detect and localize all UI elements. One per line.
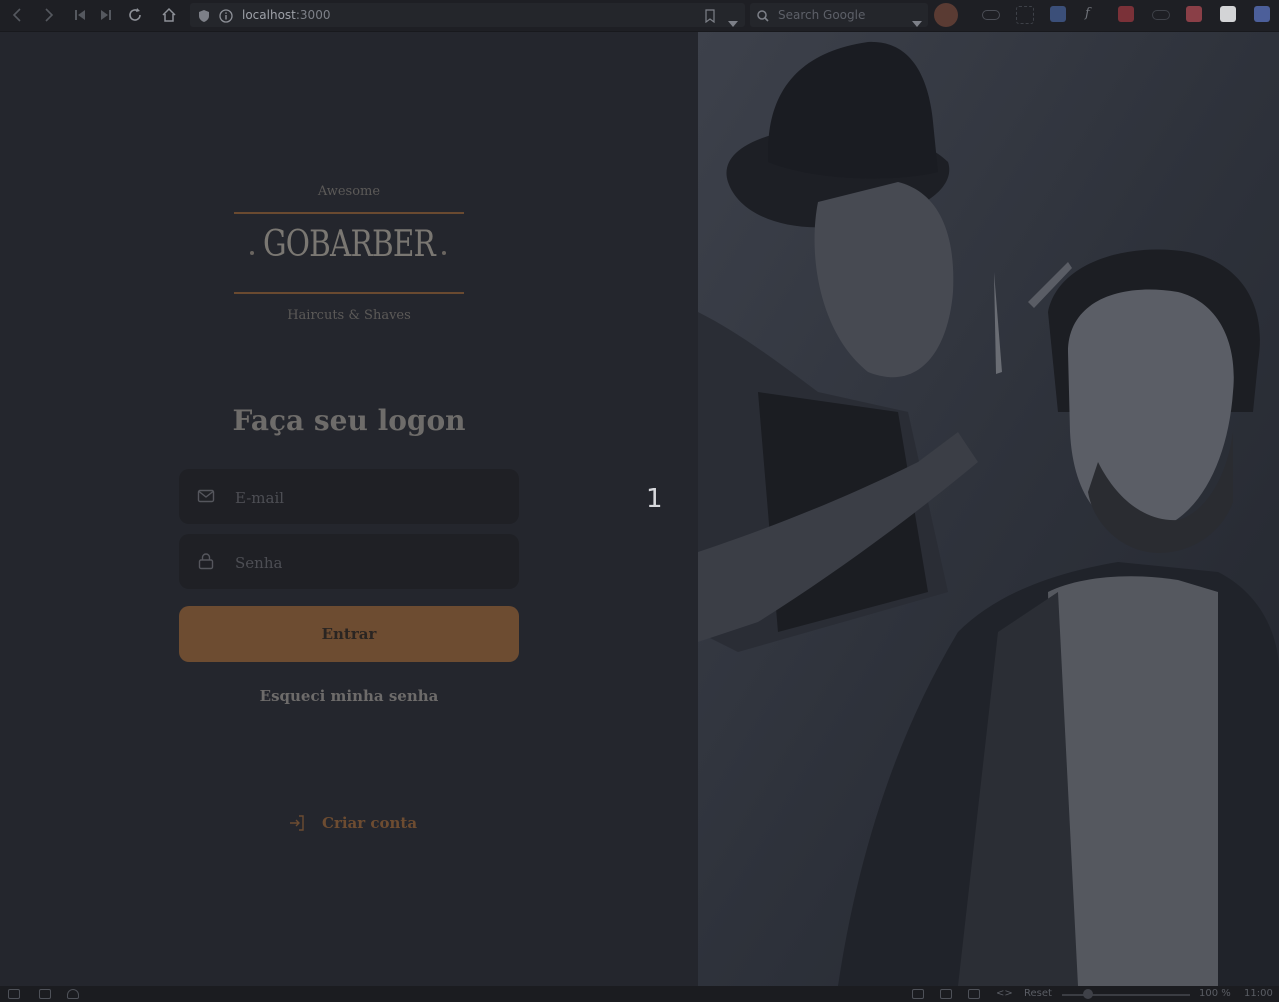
gobarber-logo: Awesome GOBARBER Haircuts & Shaves (234, 182, 464, 332)
page: Awesome GOBARBER Haircuts & Shaves Faça … (0, 32, 1279, 986)
logo-bottom-text: Haircuts & Shaves (287, 308, 411, 323)
info-icon[interactable] (219, 8, 233, 27)
log-in-icon (288, 814, 306, 832)
logo-top-text: Awesome (317, 184, 381, 199)
image-icon[interactable] (968, 989, 980, 999)
extension-menu-icon[interactable] (1254, 6, 1270, 22)
mail-icon (197, 487, 215, 505)
email-input[interactable] (233, 469, 507, 526)
forward-icon[interactable] (40, 6, 58, 24)
extension-notion-icon[interactable] (1220, 6, 1236, 22)
tile-icon[interactable] (39, 989, 51, 999)
logo-main-text: GOBARBER (263, 224, 436, 265)
code-icon[interactable]: <> (996, 988, 1013, 999)
panel-toggle-icon[interactable] (8, 989, 20, 999)
search-icon (756, 8, 772, 27)
reload-icon[interactable] (126, 6, 144, 24)
chevron-down-icon[interactable] (912, 12, 922, 31)
zoom-slider[interactable] (1062, 994, 1190, 996)
first-icon[interactable] (71, 6, 89, 24)
url-bar[interactable]: localhost:3000 (190, 3, 745, 27)
search-bar[interactable]: Search Google (750, 3, 928, 27)
shield-icon[interactable] (198, 8, 210, 27)
logo-dot-right (442, 251, 446, 255)
profile-avatar-icon[interactable] (934, 3, 958, 27)
login-button[interactable]: Entrar (179, 606, 519, 662)
window-icon[interactable] (940, 989, 952, 999)
browser-status-bar: <> Reset 100 % 11:00 (0, 986, 1279, 1002)
page-title: Faça seu logon (232, 404, 466, 437)
password-input[interactable] (233, 534, 507, 591)
search-placeholder: Search Google (778, 8, 866, 22)
cloud-icon[interactable] (67, 989, 79, 999)
create-account-link[interactable]: Criar conta (288, 812, 417, 834)
overlay-number-marker: 1 (646, 484, 663, 514)
extension-screenshot-icon[interactable] (1016, 6, 1034, 24)
zoom-level: 100 % (1199, 988, 1231, 999)
logo-top-rule (234, 212, 464, 214)
url-text: localhost:3000 (242, 8, 331, 22)
chevron-down-icon[interactable] (728, 12, 738, 31)
extension-link-icon[interactable] (1152, 10, 1170, 20)
extension-red-icon[interactable] (1118, 6, 1134, 22)
forgot-password-link[interactable]: Esqueci minha senha (179, 687, 519, 705)
home-icon[interactable] (160, 6, 178, 24)
bookmark-icon[interactable] (705, 8, 715, 27)
password-field[interactable] (179, 534, 519, 591)
extension-pink-icon[interactable] (1186, 6, 1202, 22)
clock: 11:00 (1244, 988, 1273, 999)
email-field[interactable] (179, 469, 519, 526)
logo-bottom-rule (234, 292, 464, 294)
camera-icon[interactable] (912, 989, 924, 999)
browser-toolbar: localhost:3000 Search Google f (0, 0, 1279, 32)
zoom-reset-button[interactable]: Reset (1024, 988, 1052, 999)
extension-mask-icon[interactable] (982, 10, 1000, 20)
last-icon[interactable] (97, 6, 115, 24)
lock-icon (197, 552, 215, 570)
logo-dot-left (250, 251, 254, 255)
extension-translate-icon[interactable] (1050, 6, 1066, 22)
barber-photo-illustration (698, 32, 1279, 986)
extension-function-icon[interactable]: f (1085, 6, 1101, 22)
back-icon[interactable] (8, 6, 26, 24)
zoom-slider-handle[interactable] (1083, 989, 1093, 999)
create-account-label: Criar conta (322, 814, 418, 832)
login-panel: Awesome GOBARBER Haircuts & Shaves Faça … (0, 32, 698, 986)
background-photo (698, 32, 1279, 986)
